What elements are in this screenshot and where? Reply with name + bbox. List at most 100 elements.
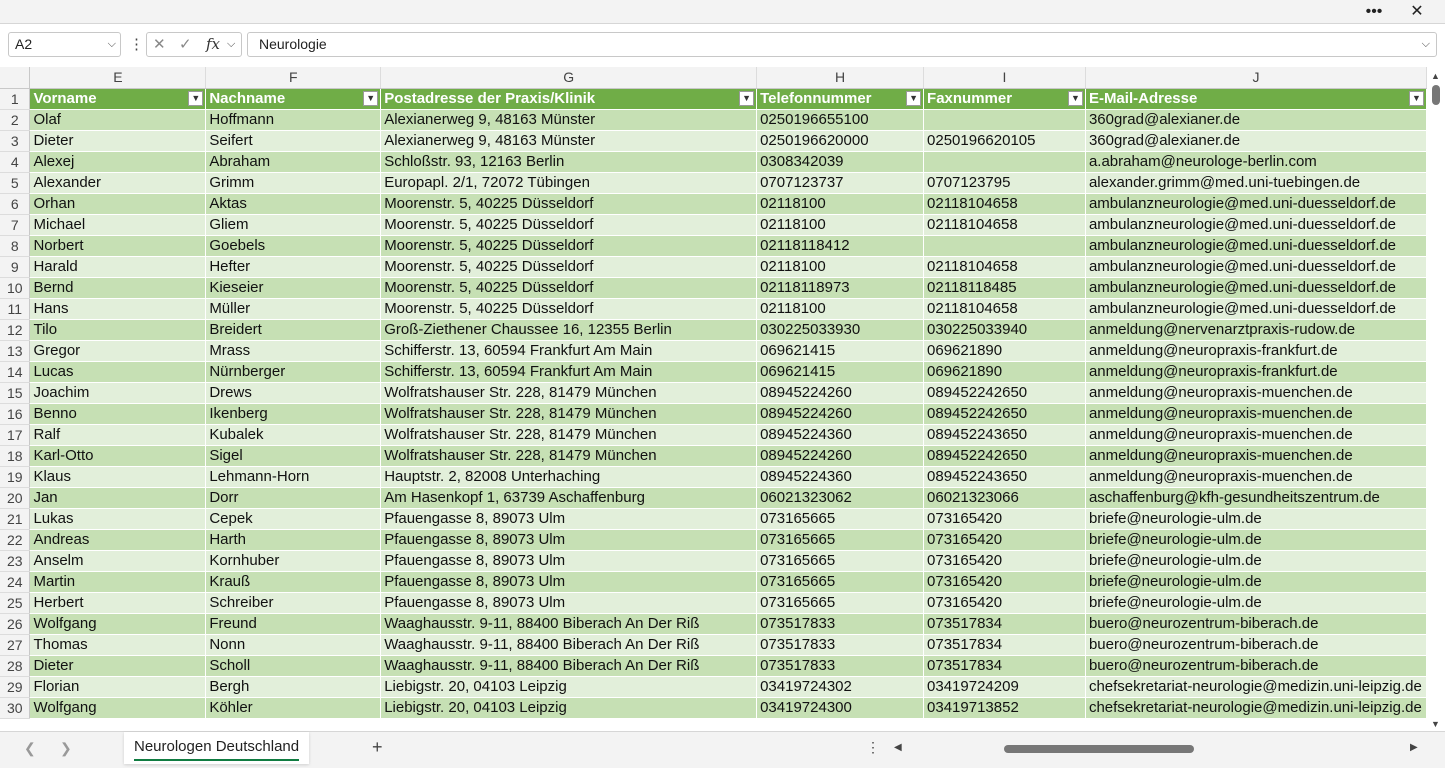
cell[interactable]: Michael — [29, 214, 207, 236]
cell[interactable]: 073165665 — [756, 571, 925, 593]
cell[interactable] — [923, 109, 1086, 131]
cell[interactable]: Am Hasenkopf 1, 63739 Aschaffenburg — [380, 487, 758, 509]
sheet-tab-active[interactable]: Neurologen Deutschland — [124, 732, 310, 764]
row-header[interactable]: 26 — [0, 613, 31, 635]
cell[interactable]: 08945224360 — [756, 466, 925, 488]
cell[interactable]: Ikenberg — [205, 403, 382, 425]
cell[interactable]: Kieseier — [205, 277, 382, 299]
insert-function-icon[interactable]: fx — [206, 33, 220, 56]
cell[interactable]: Schloßstr. 93, 12163 Berlin — [380, 151, 758, 173]
cell[interactable]: Thomas — [29, 634, 207, 656]
table-header-cell[interactable]: Telefonnummer ▼ — [756, 88, 925, 110]
cell[interactable]: anmeldung@neuropraxis-muenchen.de — [1085, 424, 1427, 446]
vertical-scrollbar[interactable]: ▲ ▼ — [1427, 67, 1445, 731]
row-header[interactable]: 6 — [0, 193, 31, 215]
cell[interactable]: 08945224360 — [756, 424, 925, 446]
cell[interactable]: 08945224260 — [756, 382, 925, 404]
cell[interactable]: 02118100 — [756, 256, 925, 278]
cell[interactable]: 069621415 — [756, 340, 925, 362]
close-icon[interactable]: ✕ — [1399, 0, 1435, 23]
cell[interactable]: Kubalek — [205, 424, 382, 446]
cell[interactable]: 06021323066 — [923, 487, 1086, 509]
cell[interactable]: 03419713852 — [923, 697, 1086, 719]
row-header[interactable]: 28 — [0, 655, 31, 677]
spreadsheet-grid[interactable]: E F G H I J 1 Vorname ▼ Nachname ▼ Postadr… — [0, 67, 1427, 731]
cell[interactable]: ambulanzneurologie@med.uni-duesseldorf.d… — [1085, 214, 1427, 236]
cell[interactable]: Wolfratshauser Str. 228, 81479 München — [380, 382, 758, 404]
row-header[interactable]: 9 — [0, 256, 31, 278]
cell[interactable]: 073165420 — [923, 592, 1086, 614]
column-header[interactable]: F — [205, 67, 382, 89]
cell[interactable]: 089452243650 — [923, 424, 1086, 446]
cell[interactable]: 03419724302 — [756, 676, 925, 698]
cell[interactable]: Dieter — [29, 130, 207, 152]
cell[interactable]: 08945224260 — [756, 403, 925, 425]
cell[interactable]: 073517833 — [756, 655, 925, 677]
cell[interactable]: Moorenstr. 5, 40225 Düsseldorf — [380, 256, 758, 278]
row-header[interactable]: 7 — [0, 214, 31, 236]
cell[interactable]: Florian — [29, 676, 207, 698]
cell[interactable]: 02118104658 — [923, 298, 1086, 320]
column-header[interactable]: G — [380, 67, 758, 89]
cell[interactable]: Moorenstr. 5, 40225 Düsseldorf — [380, 235, 758, 257]
row-header[interactable]: 30 — [0, 697, 31, 719]
cell[interactable]: briefe@neurologie-ulm.de — [1085, 550, 1427, 572]
cell[interactable]: Harth — [205, 529, 382, 551]
cell[interactable]: Andreas — [29, 529, 207, 551]
chevron-right-icon[interactable]: ❯ — [60, 740, 72, 757]
cell[interactable]: Köhler — [205, 697, 382, 719]
cell[interactable]: 089452242650 — [923, 403, 1086, 425]
cell[interactable]: Europapl. 2/1, 72072 Tübingen — [380, 172, 758, 194]
cell[interactable]: anmeldung@neuropraxis-muenchen.de — [1085, 445, 1427, 467]
cell[interactable]: Pfauengasse 8, 89073 Ulm — [380, 571, 758, 593]
table-header-cell[interactable]: Faxnummer ▼ — [923, 88, 1086, 110]
cell[interactable]: Wolfgang — [29, 697, 207, 719]
cell[interactable]: Herbert — [29, 592, 207, 614]
cell[interactable] — [923, 151, 1086, 173]
chevron-left-icon[interactable]: ❮ — [24, 740, 36, 757]
scroll-right-icon[interactable]: ▶ — [1410, 742, 1418, 753]
cell[interactable]: 02118118485 — [923, 277, 1086, 299]
cell[interactable]: Drews — [205, 382, 382, 404]
cell[interactable]: 073165665 — [756, 550, 925, 572]
table-header-cell[interactable]: Postadresse der Praxis/Klinik ▼ — [380, 88, 758, 110]
cell[interactable]: Dorr — [205, 487, 382, 509]
cell[interactable]: 089452243650 — [923, 466, 1086, 488]
cell[interactable]: 073165420 — [923, 571, 1086, 593]
row-header[interactable]: 16 — [0, 403, 31, 425]
cell[interactable]: Aktas — [205, 193, 382, 215]
column-header[interactable]: I — [923, 67, 1086, 89]
cell[interactable]: Moorenstr. 5, 40225 Düsseldorf — [380, 214, 758, 236]
cell[interactable]: Martin — [29, 571, 207, 593]
cell[interactable]: 03419724300 — [756, 697, 925, 719]
cell[interactable]: Pfauengasse 8, 89073 Ulm — [380, 550, 758, 572]
row-header[interactable]: 12 — [0, 319, 31, 341]
cell[interactable]: Nürnberger — [205, 361, 382, 383]
cell[interactable]: 073165420 — [923, 508, 1086, 530]
cell[interactable]: 069621415 — [756, 361, 925, 383]
cell[interactable]: Waaghausstr. 9-11, 88400 Biberach An Der… — [380, 613, 758, 635]
cell[interactable]: Gregor — [29, 340, 207, 362]
cell[interactable]: Abraham — [205, 151, 382, 173]
row-header[interactable]: 20 — [0, 487, 31, 509]
column-header[interactable]: E — [29, 67, 207, 89]
cell[interactable]: 089452242650 — [923, 445, 1086, 467]
cell[interactable]: Pfauengasse 8, 89073 Ulm — [380, 592, 758, 614]
cell[interactable]: Karl-Otto — [29, 445, 207, 467]
cell[interactable]: Hoffmann — [205, 109, 382, 131]
cell[interactable]: buero@neurozentrum-biberach.de — [1085, 613, 1427, 635]
table-header-cell[interactable]: E-Mail-Adresse ▼ — [1085, 88, 1427, 110]
cell[interactable]: Orhan — [29, 193, 207, 215]
expand-formula-icon[interactable]: ⌵ — [1422, 33, 1430, 56]
row-header[interactable]: 21 — [0, 508, 31, 530]
vertical-scroll-thumb[interactable] — [1432, 85, 1440, 105]
cell[interactable]: 073517833 — [756, 634, 925, 656]
cell[interactable]: 02118100 — [756, 298, 925, 320]
cell[interactable]: Freund — [205, 613, 382, 635]
column-header[interactable]: H — [756, 67, 925, 89]
cell[interactable]: anmeldung@neuropraxis-frankfurt.de — [1085, 361, 1427, 383]
cell[interactable]: anmeldung@neuropraxis-muenchen.de — [1085, 466, 1427, 488]
row-header[interactable]: 14 — [0, 361, 31, 383]
cell[interactable]: chefsekretariat-neurologie@medizin.uni-l… — [1085, 676, 1427, 698]
cell[interactable]: Pfauengasse 8, 89073 Ulm — [380, 529, 758, 551]
